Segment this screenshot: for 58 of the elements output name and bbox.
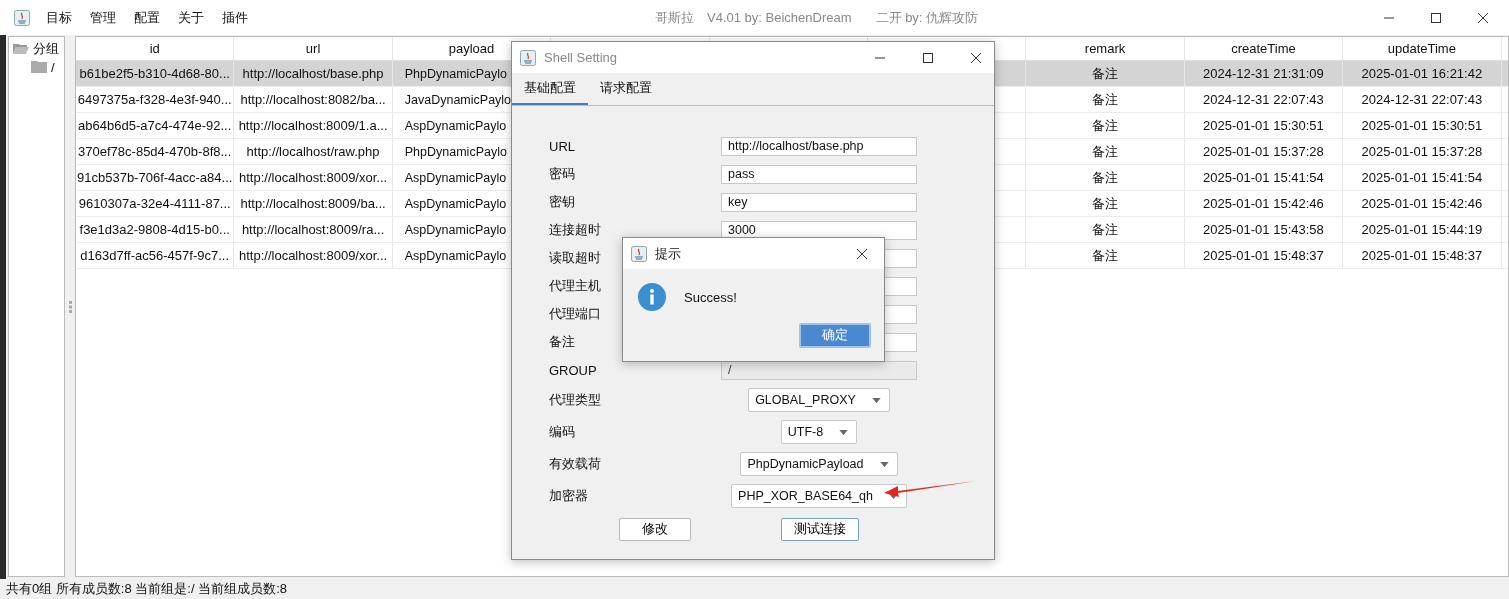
field-label: 加密器 [549, 487, 588, 505]
table-cell: 备注 [1026, 243, 1185, 268]
field-label: 备注 [549, 333, 575, 351]
table-cell: http://localhost:8009/ba... [234, 191, 393, 216]
table-cell: http://localhost:8082/ba... [234, 87, 393, 112]
table-cell: 2025-01-01 15:30:51 [1184, 113, 1344, 138]
field-label: 编码 [549, 423, 575, 441]
table-cell: 2025-01-01 16:21:42 [1343, 61, 1502, 86]
window-title: 哥斯拉 V4.01 by: BeichenDream [655, 8, 852, 27]
table-cell: 2025-01-01 15:42:46 [1343, 191, 1502, 216]
table-cell: 2025-01-01 15:30:51 [1343, 113, 1502, 138]
field-label: 代理端口 [549, 305, 601, 323]
table-cell: 备注 [1026, 139, 1185, 164]
table-cell: http://localhost:8009/1.a... [234, 113, 393, 138]
table-cell: 2025-01-01 15:41:54 [1343, 165, 1502, 190]
table-cell: http://localhost/raw.php [234, 139, 393, 164]
table-cell: 6497375a-f328-4e3f-940... [76, 87, 235, 112]
table-cell: http://localhost:8009/ra... [234, 217, 393, 242]
table-cell: 备注 [1026, 61, 1185, 86]
table-cell: 备注 [1026, 165, 1185, 190]
table-cell: 2025-01-01 15:48:37 [1343, 243, 1502, 268]
field-label: 连接超时 [549, 221, 601, 239]
table-cell: 备注 [1026, 217, 1185, 242]
field-label: 有效载荷 [549, 455, 601, 473]
table-cell: f3e1d3a2-9808-4d15-b0... [76, 217, 235, 242]
window-subtitle: 二开 by: 仇辉攻防 [875, 8, 979, 27]
table-cell: 2025-01-01 15:41:54 [1184, 165, 1344, 190]
table-cell: 备注 [1026, 87, 1185, 112]
field-label: URL [549, 138, 575, 154]
table-cell: http://localhost/base.php [234, 61, 393, 86]
dialog-title: 提示 [655, 244, 681, 263]
field-label: 代理主机 [549, 277, 601, 295]
table-cell: 2025-01-01 15:37:28 [1343, 139, 1502, 164]
table-cell: d163d7ff-ac56-457f-9c7... [76, 243, 235, 268]
table-cell: http://localhost:8009/xor... [234, 165, 393, 190]
table-cell: 2024-12-31 21:31:09 [1184, 61, 1344, 86]
status-text: 共有0组 所有成员数:8 当前组是:/ 当前组成员数:8 [6, 580, 287, 598]
table-cell: 2024-12-31 22:07:43 [1184, 87, 1344, 112]
table-cell: 备注 [1026, 113, 1185, 138]
table-cell: 备注 [1026, 191, 1185, 216]
field-label: 读取超时 [549, 249, 601, 267]
table-cell: http://localhost:8009/xor... [234, 243, 393, 268]
message-text: Success! [684, 289, 737, 305]
field-label: 代理类型 [549, 391, 601, 409]
field-label: 密码 [549, 165, 575, 183]
table-cell: 2025-01-01 15:42:46 [1184, 191, 1344, 216]
table-cell: b61be2f5-b310-4d68-80... [76, 61, 235, 86]
table-cell: 2025-01-01 15:48:37 [1184, 243, 1344, 268]
table-cell: 2024-12-31 22:07:43 [1343, 87, 1502, 112]
table-cell: 2025-01-01 15:44:19 [1343, 217, 1502, 242]
table-cell: 9610307a-32e4-4111-87... [76, 191, 235, 216]
table-cell: 2025-01-01 15:37:28 [1184, 139, 1344, 164]
table-cell: 91cb537b-706f-4acc-a84... [76, 165, 235, 190]
table-cell: 370ef78c-85d4-470b-8f8... [76, 139, 235, 164]
table-cell: ab64b6d5-a7c4-474e-92... [76, 113, 235, 138]
field-label: 密钥 [549, 193, 575, 211]
table-cell: 2025-01-01 15:43:58 [1184, 217, 1344, 242]
field-label: GROUP [549, 362, 597, 378]
